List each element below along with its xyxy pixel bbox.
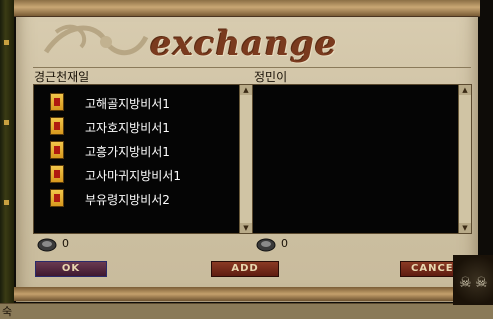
item-label: 부유령지방비서2 — [85, 193, 170, 207]
left-scrollbar[interactable]: ▲ ▼ — [239, 85, 252, 233]
scroll-bottom-rod — [14, 287, 480, 301]
scroll-up-arrow-icon[interactable]: ▲ — [240, 85, 252, 95]
right-scrollbar[interactable]: ▲ ▼ — [458, 85, 471, 233]
scroll-badge-icon — [50, 93, 64, 111]
list-item[interactable]: 고흥가지방비서1 — [50, 140, 240, 160]
ok-button[interactable]: OK — [35, 261, 107, 277]
scroll-badge-icon — [50, 165, 64, 183]
skull-icon: ☠ — [459, 275, 472, 291]
list-item[interactable]: 고사마귀지방비서1 — [50, 164, 240, 184]
edge-marker — [4, 120, 9, 125]
character-portrait: ☠ ☠ — [453, 255, 493, 305]
item-label: 고사마귀지방비서1 — [85, 169, 181, 183]
flourish-ornament-icon — [43, 24, 149, 56]
list-item[interactable]: 고자호지방비서1 — [50, 116, 240, 136]
add-button[interactable]: ADD — [211, 261, 279, 277]
corner-label: 숙 — [2, 305, 13, 318]
item-label: 고자호지방비서1 — [85, 121, 170, 135]
money-pouch-icon — [256, 238, 276, 252]
item-label: 고해골지방비서1 — [85, 97, 170, 111]
scroll-down-arrow-icon[interactable]: ▼ — [240, 223, 252, 233]
left-money-amount: 0 — [62, 237, 69, 250]
scroll-badge-icon — [50, 141, 64, 159]
skull-icon: ☠ — [475, 275, 488, 291]
right-money-amount: 0 — [281, 237, 288, 250]
scroll-up-arrow-icon[interactable]: ▲ — [459, 85, 471, 95]
game-world-edge — [0, 0, 14, 318]
money-pouch-icon — [37, 238, 57, 252]
edge-marker — [4, 40, 9, 45]
header-divider — [33, 67, 471, 68]
edge-marker — [4, 200, 9, 205]
scroll-down-arrow-icon[interactable]: ▼ — [459, 223, 471, 233]
right-owner-name: 정민이 — [254, 70, 288, 84]
list-item[interactable]: 부유령지방비서2 — [50, 188, 240, 208]
right-item-list[interactable]: ▲ ▼ — [252, 84, 472, 234]
left-owner-name: 경근천재일 — [34, 70, 90, 84]
scroll-badge-icon — [50, 117, 64, 135]
window-title: exchange — [150, 24, 338, 64]
list-item[interactable]: 고해골지방비서1 — [50, 92, 240, 112]
left-item-list[interactable]: 고해골지방비서1 고자호지방비서1 고흥가지방비서1 고사마귀지방비서1 부유령… — [33, 84, 253, 234]
bottom-status-strip — [0, 303, 493, 319]
scroll-badge-icon — [50, 189, 64, 207]
item-label: 고흥가지방비서1 — [85, 145, 170, 159]
